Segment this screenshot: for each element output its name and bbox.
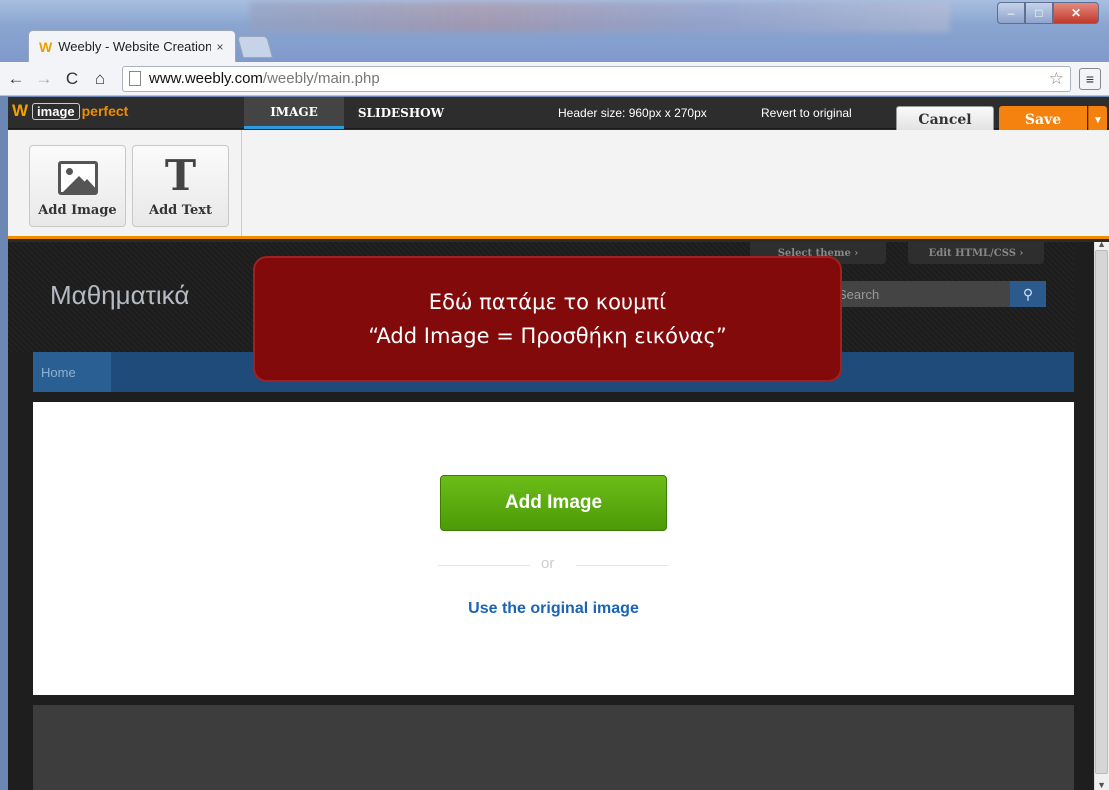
browser-titlebar: W Weebly - Website Creation × – □ ✕ bbox=[0, 0, 1109, 62]
close-window-icon[interactable]: ✕ bbox=[1053, 2, 1099, 24]
callout-line-1: Εδώ πατάμε το κουμπί bbox=[428, 290, 667, 314]
nav-home-link[interactable]: Home bbox=[33, 352, 111, 392]
address-bar[interactable]: www.weebly.com /weebly/main.php ☆ bbox=[122, 65, 1071, 92]
search-icon[interactable]: ⚲ bbox=[1010, 281, 1046, 307]
url-path: /weebly/main.php bbox=[262, 70, 380, 87]
add-image-tool-label: Add Image bbox=[38, 203, 117, 218]
callout-line-2: “Add Image = Προσθήκη εικόνας” bbox=[368, 324, 727, 348]
site-content-area bbox=[33, 705, 1074, 790]
add-text-tool-label: Add Text bbox=[148, 203, 212, 218]
tab-title: Weebly - Website Creation bbox=[58, 39, 211, 54]
edit-html-css-tab[interactable]: Edit HTML/CSS › bbox=[908, 242, 1044, 264]
divider-line-right bbox=[576, 565, 668, 566]
maximize-icon[interactable]: □ bbox=[1025, 2, 1053, 24]
tab-slideshow[interactable]: SLIDESHOW bbox=[348, 97, 454, 129]
scroll-up-icon[interactable]: ▲ bbox=[1097, 239, 1106, 249]
back-arrow-icon[interactable]: ← bbox=[4, 69, 28, 89]
url-host: www.weebly.com bbox=[149, 70, 263, 87]
weebly-favicon-icon: W bbox=[39, 38, 53, 55]
bookmark-star-icon[interactable]: ☆ bbox=[1049, 69, 1064, 89]
editor-header: W image perfect IMAGE SLIDESHOW Header s… bbox=[8, 97, 1109, 134]
site-title[interactable]: Μαθηματικά bbox=[50, 280, 189, 311]
scrollbar-thumb[interactable] bbox=[1095, 250, 1108, 774]
browser-toolbar: ← → C ⌂ www.weebly.com /weebly/main.php … bbox=[0, 62, 1109, 96]
imageperfect-logo: W image perfect bbox=[12, 101, 129, 120]
scrollbar[interactable]: ▲ ▼ bbox=[1074, 239, 1109, 790]
add-image-tool-button[interactable]: Add Image bbox=[29, 145, 126, 227]
tab-image[interactable]: IMAGE bbox=[244, 97, 344, 129]
window-controls: – □ ✕ bbox=[997, 2, 1099, 24]
add-text-tool-button[interactable]: T Add Text bbox=[132, 145, 229, 227]
browser-tab[interactable]: W Weebly - Website Creation × bbox=[28, 30, 236, 62]
tool-panel: Add Image T Add Text bbox=[8, 130, 1109, 239]
scroll-down-icon[interactable]: ▼ bbox=[1097, 780, 1106, 790]
revert-to-original-link[interactable]: Revert to original bbox=[761, 106, 852, 120]
weebly-logo-icon: W bbox=[12, 101, 29, 120]
image-icon bbox=[57, 161, 98, 195]
panel-divider bbox=[241, 130, 242, 236]
text-icon: T bbox=[164, 151, 197, 200]
home-icon[interactable]: ⌂ bbox=[88, 69, 112, 89]
divider-line-left bbox=[438, 565, 530, 566]
header-size-label: Header size: 960px x 270px bbox=[558, 106, 707, 120]
add-image-button[interactable]: Add Image bbox=[440, 475, 667, 531]
tab-close-icon[interactable]: × bbox=[211, 40, 229, 54]
forward-arrow-icon[interactable]: → bbox=[32, 69, 56, 89]
instruction-callout: Εδώ πατάμε το κουμπί “Add Image = Προσθή… bbox=[253, 256, 842, 382]
site-search-input[interactable]: Search bbox=[830, 281, 1010, 307]
use-original-image-link[interactable]: Use the original image bbox=[33, 600, 1074, 618]
reload-icon[interactable]: C bbox=[60, 69, 84, 89]
minimize-icon[interactable]: – bbox=[997, 2, 1025, 24]
new-tab-button[interactable] bbox=[237, 36, 273, 58]
blurred-background bbox=[250, 2, 950, 32]
or-label: or bbox=[541, 555, 555, 572]
page-icon bbox=[129, 71, 141, 86]
weebly-editor: W image perfect IMAGE SLIDESHOW Header s… bbox=[8, 97, 1109, 790]
menu-icon[interactable]: ≡ bbox=[1079, 67, 1101, 90]
header-image-area: Add Image or Use the original image bbox=[33, 402, 1074, 695]
